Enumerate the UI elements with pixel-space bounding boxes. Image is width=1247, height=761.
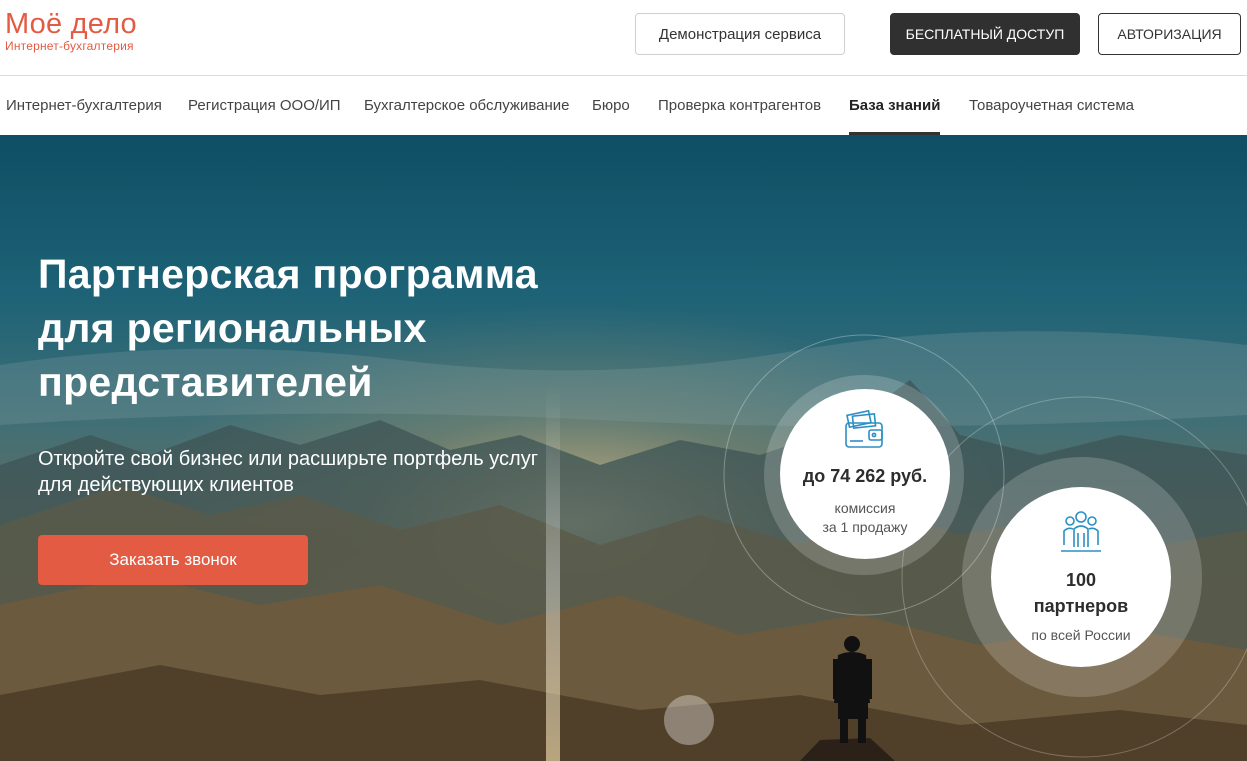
people-group-icon — [1061, 511, 1101, 552]
partners-caption: по всей России — [991, 626, 1171, 645]
partners-label: партнеров — [1033, 596, 1129, 616]
logo[interactable]: Моё дело Интернет-бухгалтерия — [5, 9, 137, 53]
partners-count: 100 — [1065, 570, 1097, 590]
hero-subtitle-line-2: для действующих клиентов — [38, 474, 294, 496]
main-nav: Интернет-бухгалтерия Регистрация ООО/ИП … — [0, 76, 1247, 135]
commission-caption-line-1: комиссия — [834, 500, 896, 516]
hero-banner: Партнерская программа для региональных п… — [0, 135, 1247, 761]
wallet-icon — [845, 409, 883, 448]
logo-name: Моё дело — [5, 8, 137, 40]
commission-caption: комиссия за 1 продажу — [780, 499, 950, 537]
hero-title-line-2: для региональных — [38, 305, 427, 351]
nav-item-accounting-services[interactable]: Бухгалтерское обслуживание — [364, 76, 569, 135]
commission-caption-line-2: за 1 продажу — [822, 519, 908, 535]
nav-item-registration[interactable]: Регистрация ООО/ИП — [188, 76, 341, 135]
nav-item-inventory-system[interactable]: Товароучетная система — [969, 76, 1134, 135]
nav-item-bureau[interactable]: Бюро — [592, 76, 630, 135]
partners-stat: 100 партнеров по всей России — [991, 487, 1171, 667]
nav-item-counterparty-check[interactable]: Проверка контрагентов — [658, 76, 821, 135]
commission-stat: до 74 262 руб. комиссия за 1 продажу — [780, 389, 950, 559]
nav-item-online-accounting[interactable]: Интернет-бухгалтерия — [6, 76, 162, 135]
slider-dot[interactable] — [664, 695, 714, 745]
hero-title-line-3: представителей — [38, 359, 373, 405]
demo-button[interactable]: Демонстрация сервиса — [635, 13, 845, 55]
free-access-button[interactable]: БЕСПЛАТНЫЙ ДОСТУП — [890, 13, 1080, 55]
hero-title-line-1: Партнерская программа — [38, 251, 538, 297]
request-call-button[interactable]: Заказать звонок — [38, 535, 308, 585]
nav-item-knowledge-base[interactable]: База знаний — [849, 76, 941, 135]
hero-subtitle-line-1: Откройте свой бизнес или расширьте портф… — [38, 448, 538, 470]
logo-tagline: Интернет-бухгалтерия — [5, 39, 134, 53]
hero-title: Партнерская программа для региональных п… — [38, 247, 658, 409]
site-header: Моё дело Интернет-бухгалтерия Демонстрац… — [0, 0, 1247, 76]
login-button[interactable]: АВТОРИЗАЦИЯ — [1098, 13, 1241, 55]
commission-value: до 74 262 руб. — [802, 466, 928, 486]
partners-caption-line-1: по всей России — [1031, 627, 1131, 643]
partners-value: 100 партнеров — [991, 567, 1171, 619]
hero-subtitle: Откройте свой бизнес или расширьте портф… — [38, 446, 598, 498]
